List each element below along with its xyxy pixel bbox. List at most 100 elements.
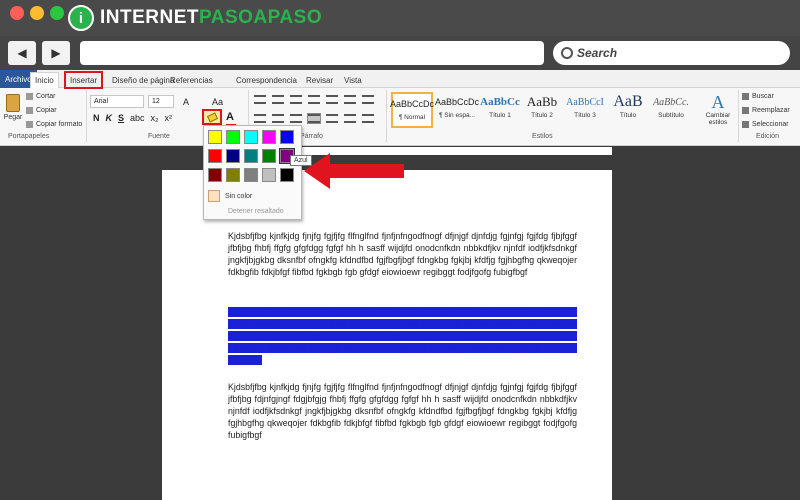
increase-indent-icon[interactable]	[326, 95, 338, 104]
selected-text[interactable]: Kjdsbfjfbg kjnfkjdg fjnjfg fgjfjfg flfng…	[228, 307, 577, 365]
paragraph-3[interactable]: Kjdsbfjfbg kjnfkjdg fjnjfg fgjfjfg flfng…	[228, 381, 577, 441]
align-center-icon[interactable]	[272, 114, 284, 123]
address-bar[interactable]	[80, 41, 544, 65]
binoculars-icon	[742, 93, 749, 100]
font-color-button[interactable]: A	[226, 111, 236, 126]
paragraph-2-selected[interactable]: Kjdsbfjfbg kjnfkjdg fjnjfg fgjfjfg flfng…	[228, 306, 577, 366]
highlighter-icon	[206, 111, 218, 123]
color-swatch[interactable]	[226, 149, 240, 163]
tab-insertar[interactable]: Insertar	[64, 71, 104, 89]
style-heading-2[interactable]: AaBb Título 2	[521, 92, 563, 128]
tab-inicio[interactable]: Inicio	[30, 72, 59, 88]
select-icon	[742, 121, 749, 128]
group-label-styles: Estilos	[532, 133, 553, 140]
stop-highlighting-option[interactable]: Detener resaltado	[228, 208, 284, 215]
format-painter-button[interactable]: Copiar formato	[26, 121, 82, 128]
multilevel-list-icon[interactable]	[290, 95, 302, 104]
color-swatch[interactable]	[208, 149, 222, 163]
search-icon	[561, 47, 573, 59]
color-swatch[interactable]	[226, 168, 240, 182]
group-separator	[386, 90, 387, 142]
replace-button[interactable]: Reemplazar	[742, 107, 790, 114]
change-styles-icon: A	[711, 92, 725, 112]
color-swatch[interactable]	[262, 130, 276, 144]
line-spacing-icon[interactable]	[326, 114, 338, 123]
site-logo: i INTERNETPASOAPASO	[68, 4, 322, 32]
cut-label: Cortar	[36, 93, 56, 100]
highlight-color-menu: Sin color Detener resaltado	[203, 125, 302, 220]
justify-icon[interactable]	[307, 113, 321, 124]
tab-referencias[interactable]: Referencias	[166, 72, 217, 88]
zoom-window-button[interactable]	[50, 6, 64, 20]
style-normal[interactable]: AaBbCcDc ¶ Normal	[390, 92, 434, 128]
color-swatch[interactable]	[208, 168, 222, 182]
subscript-button[interactable]: x₂	[151, 113, 159, 123]
style-preview: AaB	[613, 93, 643, 110]
color-swatch[interactable]	[280, 168, 294, 182]
style-subtitle[interactable]: AaBbCc. Subtítulo	[650, 92, 692, 128]
align-right-icon[interactable]	[290, 114, 302, 123]
annotation-arrow-icon	[304, 153, 404, 189]
color-swatch[interactable]	[208, 130, 222, 144]
borders-icon[interactable]	[362, 114, 374, 123]
color-swatch[interactable]	[244, 130, 258, 144]
style-no-spacing[interactable]: AaBbCcDc ¶ Sin espa...	[435, 92, 479, 128]
change-case-button[interactable]: Aa	[209, 95, 227, 108]
tab-revisar[interactable]: Revisar	[302, 72, 337, 88]
numbering-icon[interactable]	[272, 95, 284, 104]
no-color-option[interactable]: Sin color	[208, 190, 252, 202]
format-painter-label: Copiar formato	[36, 121, 83, 128]
style-name: Subtítulo	[658, 112, 684, 119]
close-window-button[interactable]	[10, 6, 24, 20]
decrease-indent-icon[interactable]	[308, 95, 320, 104]
show-formatting-icon[interactable]	[362, 95, 374, 104]
color-swatch[interactable]	[244, 168, 258, 182]
superscript-button[interactable]: x²	[165, 113, 173, 123]
paste-button[interactable]: Pegar	[2, 92, 24, 126]
color-swatch[interactable]	[262, 149, 276, 163]
window-titlebar: i INTERNETPASOAPASO	[0, 0, 800, 36]
back-button[interactable]: ◀	[8, 41, 36, 65]
font-size-select[interactable]: 12	[148, 95, 174, 108]
shading-icon[interactable]	[344, 114, 356, 123]
tab-correspondencia[interactable]: Correspondencia	[232, 72, 301, 88]
find-label: Buscar	[752, 93, 774, 100]
style-name: Título 2	[531, 112, 553, 119]
format-painter-icon	[26, 121, 33, 128]
copy-button[interactable]: Copiar	[26, 107, 57, 114]
forward-button[interactable]: ▶	[42, 41, 70, 65]
bullets-icon[interactable]	[254, 95, 266, 104]
search-input[interactable]: Search	[553, 41, 790, 65]
forward-arrow-icon: ▶	[51, 46, 61, 60]
underline-button[interactable]: S	[118, 113, 124, 123]
copy-label: Copiar	[36, 107, 57, 114]
find-button[interactable]: Buscar	[742, 93, 774, 100]
color-swatch[interactable]	[280, 130, 294, 144]
font-name-select[interactable]: Arial	[90, 95, 144, 108]
font-grow-button[interactable]: A	[180, 95, 196, 108]
style-preview: AaBbCc.	[653, 96, 689, 108]
style-heading-1[interactable]: AaBbCc Título 1	[479, 92, 521, 128]
select-button[interactable]: Seleccionar	[742, 121, 789, 128]
cut-button[interactable]: Cortar	[26, 93, 55, 100]
ribbon-tabs: Archivo Inicio Insertar Diseño de página…	[0, 70, 800, 89]
style-title[interactable]: AaB Título	[607, 92, 649, 128]
logo-text: INTERNETPASOAPASO	[100, 7, 322, 29]
bold-button[interactable]: N	[93, 113, 100, 123]
style-heading-3[interactable]: AaBbCcI Título 3	[564, 92, 606, 128]
align-left-icon[interactable]	[254, 114, 266, 123]
color-swatch[interactable]	[226, 130, 240, 144]
strikethrough-button[interactable]: abc	[130, 113, 145, 123]
color-swatch[interactable]	[244, 149, 258, 163]
change-styles-button[interactable]: A Cambiar estilos	[700, 92, 736, 136]
sort-icon[interactable]	[344, 95, 356, 104]
style-name: Título 1	[489, 112, 511, 119]
tab-vista[interactable]: Vista	[340, 72, 366, 88]
minimize-window-button[interactable]	[30, 6, 44, 20]
italic-button[interactable]: K	[106, 113, 113, 123]
format-buttons: N K S abc x₂ x²	[93, 113, 172, 123]
group-label-font: Fuente	[148, 133, 170, 140]
color-swatch[interactable]	[262, 168, 276, 182]
highlight-color-button[interactable]	[202, 109, 222, 125]
paragraph-1[interactable]: Kjdsbfjfbg kjnfkjdg fjnjfg fgjfjfg flfng…	[228, 230, 577, 278]
